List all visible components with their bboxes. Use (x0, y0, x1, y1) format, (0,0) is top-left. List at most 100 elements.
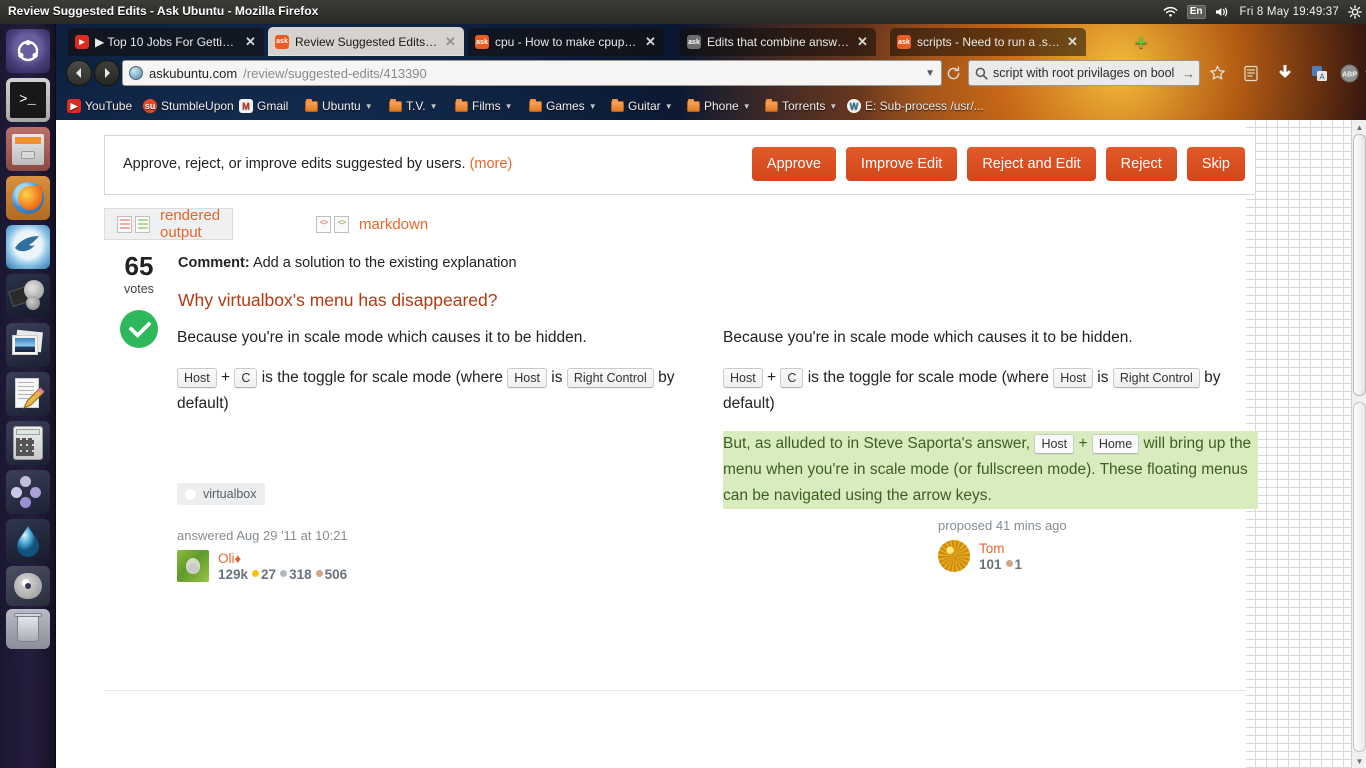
browser-tab-1[interactable]: ▶ ▶ Top 10 Jobs For Getting ... ✕ (68, 28, 264, 56)
question-title[interactable]: Why virtualbox's menu has disappeared? (178, 290, 498, 311)
folder-icon (529, 98, 542, 112)
wifi-icon[interactable] (1163, 6, 1178, 18)
answer-signature: answered Aug 29 '11 at 10:21 Oli♦ 129k 27… (177, 528, 348, 582)
bookmark-folder-tv[interactable]: T.V. ▼ (386, 95, 441, 117)
original-post-column: Because you're in scale mode which cause… (177, 325, 677, 431)
scrollbar-thumb[interactable] (1353, 402, 1366, 752)
window-title: Review Suggested Edits - Ask Ubuntu - Mo… (8, 4, 319, 18)
tab-close-icon[interactable]: ✕ (445, 35, 457, 48)
bookmark-subprocess[interactable]: W E: Sub-process /usr/... (844, 95, 987, 117)
tab-label: Review Suggested Edits - A... (295, 34, 439, 49)
reject-and-edit-button[interactable]: Reject and Edit (967, 147, 1096, 181)
bookmark-star-icon[interactable] (1204, 60, 1230, 86)
volume-icon[interactable] (1215, 6, 1231, 18)
more-link[interactable]: (more) (470, 156, 513, 172)
kbd-right-control: Right Control (1112, 368, 1200, 388)
launcher-item-calculator[interactable] (5, 421, 50, 465)
launcher-item-text-editor[interactable] (5, 372, 50, 416)
wordpress-icon: W (847, 99, 861, 113)
launcher-item-terminal[interactable]: >_ (5, 78, 50, 122)
bookmark-label: Torrents (782, 99, 826, 113)
text-mid-2: is (1097, 369, 1109, 386)
page-scrollbar[interactable]: ▲ ▼ (1351, 120, 1366, 768)
folder-icon (455, 98, 468, 112)
search-input-value[interactable]: script with root privilages on bool (993, 66, 1177, 80)
launcher-item-system-settings[interactable] (5, 519, 50, 563)
vote-column: 65 votes (104, 252, 174, 348)
browser-tab-3[interactable]: ask cpu - How to make cpupow... ✕ (468, 28, 664, 56)
approve-button[interactable]: Approve (751, 147, 836, 181)
reload-button[interactable] (940, 60, 966, 86)
stumbleupon-icon: su (143, 99, 157, 113)
launcher-item-ubuntu-software-center[interactable] (5, 470, 50, 514)
tag-virtualbox[interactable]: virtualbox (177, 483, 265, 505)
downloads-icon[interactable] (1272, 60, 1298, 86)
avatar[interactable] (938, 540, 970, 572)
reject-button[interactable]: Reject (1105, 147, 1177, 181)
bookmark-gmail[interactable]: M Gmail (236, 95, 291, 117)
back-button[interactable] (66, 60, 92, 86)
bookmark-stumbleupon[interactable]: su StumbleUpon (140, 95, 237, 117)
browser-navbar: askubuntu.com/review/suggested-edits/413… (56, 56, 1366, 90)
skip-button[interactable]: Skip (1186, 147, 1245, 181)
browser-tab-5[interactable]: ask scripts - Need to run a .sh a... ✕ (890, 28, 1086, 56)
chevron-down-icon: ▼ (664, 101, 673, 111)
scroll-down-icon[interactable]: ▼ (1352, 754, 1366, 768)
launcher-item-ubuntu-dash[interactable] (5, 29, 50, 73)
avatar[interactable] (177, 550, 209, 582)
edit-comment-text: Add a solution to the existing explanati… (252, 255, 517, 271)
user-name[interactable]: Oli (218, 551, 235, 566)
browser-tab-4[interactable]: ask Edits that combine answer... ✕ (680, 28, 876, 56)
browser-tab-2[interactable]: ask Review Suggested Edits - A... ✕ (268, 27, 464, 56)
scroll-up-icon[interactable]: ▲ (1352, 120, 1366, 134)
site-identity-icon[interactable] (129, 66, 143, 80)
forward-button[interactable] (94, 60, 120, 86)
bookmark-folder-guitar[interactable]: Guitar ▼ (608, 95, 676, 117)
search-bar[interactable]: script with root privilages on bool → (968, 60, 1200, 86)
search-submit-icon[interactable]: → (1182, 66, 1195, 81)
adblock-chevron-down-icon[interactable]: ▼ (1360, 60, 1366, 86)
kbd-c: C (780, 368, 804, 388)
launcher-item-thunderbird[interactable] (5, 225, 50, 269)
tab-close-icon[interactable]: ✕ (857, 35, 869, 48)
scrollbar-thumb-upper[interactable] (1353, 134, 1366, 396)
tab-close-icon[interactable]: ✕ (245, 35, 257, 48)
bookmark-folder-games[interactable]: Games ▼ (526, 95, 600, 117)
launcher-item-trash[interactable] (5, 609, 50, 649)
bookmark-folder-films[interactable]: Films ▼ (452, 95, 516, 117)
clock[interactable]: Fri 8 May 19:49:37 (1240, 6, 1339, 18)
user-reputation-line: 101 1 (979, 557, 1022, 572)
bookmark-label: Ubuntu (322, 99, 361, 113)
launcher-item-workspace-switcher[interactable] (5, 566, 50, 606)
translate-icon[interactable]: A (1306, 60, 1332, 86)
launcher-item-files[interactable] (5, 127, 50, 171)
tab-label: Edits that combine answer... (707, 35, 851, 49)
adblock-icon[interactable]: ABP (1336, 60, 1362, 86)
new-tab-button[interactable]: + (1130, 32, 1152, 54)
page-content-area: Approve, reject, or improve edits sugges… (56, 120, 1258, 768)
kbd-right-control: Right Control (566, 368, 654, 388)
gold-badge-count: 27 (261, 566, 277, 582)
tab-close-icon[interactable]: ✕ (1067, 35, 1079, 48)
askubuntu-icon: ask (275, 34, 289, 49)
chevron-down-icon[interactable]: ▼ (925, 68, 935, 79)
tab-label: markdown (359, 215, 429, 233)
address-bar[interactable]: askubuntu.com/review/suggested-edits/413… (122, 60, 942, 86)
reader-list-icon[interactable] (1238, 60, 1264, 86)
bookmark-folder-phone[interactable]: Phone ▼ (684, 95, 754, 117)
power-gear-icon[interactable] (1348, 5, 1362, 19)
tab-label: ▶ Top 10 Jobs For Getting ... (95, 35, 239, 49)
tab-rendered-output[interactable]: rendered output (104, 207, 234, 241)
launcher-item-movie-player[interactable] (5, 274, 50, 318)
bookmark-folder-torrents[interactable]: Torrents ▼ (762, 95, 840, 117)
tab-markdown[interactable]: <> <> markdown (304, 208, 440, 240)
launcher-item-firefox[interactable] (5, 176, 50, 220)
keyboard-layout-indicator[interactable]: En (1186, 5, 1206, 19)
tab-close-icon[interactable]: ✕ (645, 35, 657, 48)
user-name[interactable]: Tom (979, 541, 1005, 556)
bookmark-folder-ubuntu[interactable]: Ubuntu ▼ (302, 95, 376, 117)
ubuntu-logo-icon (6, 29, 50, 73)
improve-edit-button[interactable]: Improve Edit (845, 147, 958, 181)
bookmark-youtube[interactable]: ▶ YouTube (64, 95, 135, 117)
launcher-item-photo-viewer[interactable] (5, 323, 50, 367)
